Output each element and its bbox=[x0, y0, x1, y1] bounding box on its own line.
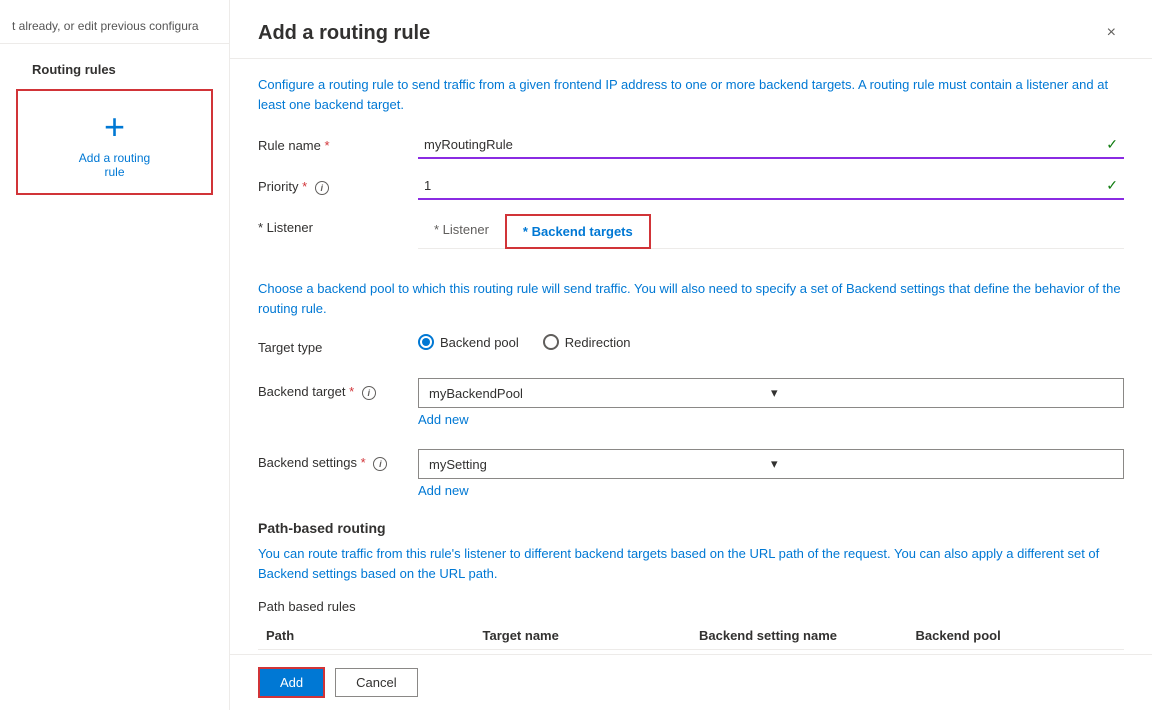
col-backend-setting: Backend setting name bbox=[691, 628, 908, 643]
tabs-row: * Listener * Listener * Backend targets bbox=[258, 214, 1124, 265]
priority-info-icon[interactable]: i bbox=[315, 181, 329, 195]
path-based-section: Path-based routing You can route traffic… bbox=[258, 520, 1124, 650]
backend-pool-radio-label: Backend pool bbox=[440, 335, 519, 350]
cancel-button[interactable]: Cancel bbox=[335, 668, 417, 697]
rule-name-input-wrapper[interactable]: myRoutingRule ✓ bbox=[418, 132, 1124, 159]
backend-settings-value: mySetting bbox=[429, 457, 771, 472]
priority-label: Priority * i bbox=[258, 173, 418, 195]
sidebar-truncated-text: t already, or edit previous configura bbox=[0, 10, 229, 44]
tab-container: * Listener * Backend targets bbox=[418, 214, 1124, 249]
col-target-name: Target name bbox=[475, 628, 692, 643]
dialog-description: Configure a routing rule to send traffic… bbox=[258, 75, 1124, 114]
dialog-body: Configure a routing rule to send traffic… bbox=[230, 59, 1152, 654]
backend-target-dropdown[interactable]: myBackendPool ▾ bbox=[418, 378, 1124, 408]
add-button[interactable]: Add bbox=[258, 667, 325, 698]
add-rule-label: Add a routingrule bbox=[79, 151, 150, 179]
rule-name-control: myRoutingRule ✓ bbox=[418, 132, 1124, 159]
backend-target-info-icon[interactable]: i bbox=[362, 386, 376, 400]
backend-settings-label: Backend settings * i bbox=[258, 449, 418, 471]
path-routing-desc: You can route traffic from this rule's l… bbox=[258, 544, 1124, 583]
routing-rules-title: Routing rules bbox=[16, 54, 213, 81]
target-type-label: Target type bbox=[258, 334, 418, 355]
redirection-radio-label: Redirection bbox=[565, 335, 631, 350]
priority-input[interactable]: 1 bbox=[424, 178, 1106, 193]
add-icon: + bbox=[104, 109, 125, 145]
sidebar: t already, or edit previous configura Ro… bbox=[0, 0, 230, 710]
table-header: Path Target name Backend setting name Ba… bbox=[258, 622, 1124, 650]
backend-settings-info-icon[interactable]: i bbox=[373, 457, 387, 471]
rule-name-input[interactable]: myRoutingRule bbox=[424, 137, 1106, 152]
tabs-area: * Listener * Backend targets bbox=[418, 214, 1124, 265]
priority-control: 1 ✓ bbox=[418, 173, 1124, 200]
close-button[interactable]: × bbox=[1099, 20, 1124, 46]
backend-target-arrow-icon: ▾ bbox=[771, 385, 1113, 401]
listener-label: * Listener bbox=[258, 214, 418, 235]
backend-target-control: myBackendPool ▾ Add new bbox=[418, 378, 1124, 435]
backend-settings-control: mySetting ▾ Add new bbox=[418, 449, 1124, 506]
target-type-row: Target type Backend pool Redirection bbox=[258, 334, 1124, 364]
redirection-radio[interactable]: Redirection bbox=[543, 334, 631, 350]
col-path: Path bbox=[258, 628, 475, 643]
backend-settings-arrow-icon: ▾ bbox=[771, 456, 1113, 472]
dialog-title: Add a routing rule bbox=[258, 22, 430, 45]
target-type-control: Backend pool Redirection bbox=[418, 334, 1124, 364]
backend-target-label: Backend target * i bbox=[258, 378, 418, 400]
priority-row: Priority * i 1 ✓ bbox=[258, 173, 1124, 200]
backend-settings-row: Backend settings * i mySetting ▾ Add new bbox=[258, 449, 1124, 506]
path-based-rules-label: Path based rules bbox=[258, 599, 1124, 614]
priority-input-wrapper[interactable]: 1 ✓ bbox=[418, 173, 1124, 200]
backend-target-value: myBackendPool bbox=[429, 386, 771, 401]
backend-targets-section: Choose a backend pool to which this rout… bbox=[258, 279, 1124, 650]
rule-name-label: Rule name * bbox=[258, 132, 418, 153]
priority-check-icon: ✓ bbox=[1106, 177, 1118, 194]
redirection-radio-circle bbox=[543, 334, 559, 350]
tab-backend-targets[interactable]: * Backend targets bbox=[505, 214, 651, 249]
backend-target-row: Backend target * i myBackendPool ▾ Add n… bbox=[258, 378, 1124, 435]
dialog-header: Add a routing rule × bbox=[230, 0, 1152, 59]
check-icon: ✓ bbox=[1106, 136, 1118, 153]
path-routing-title: Path-based routing bbox=[258, 520, 1124, 536]
backend-description: Choose a backend pool to which this rout… bbox=[258, 279, 1124, 318]
rule-name-row: Rule name * myRoutingRule ✓ bbox=[258, 132, 1124, 159]
tab-listener[interactable]: * Listener bbox=[418, 214, 505, 249]
main-panel: Add a routing rule × Configure a routing… bbox=[230, 0, 1152, 710]
add-new-backend-link[interactable]: Add new bbox=[418, 412, 1124, 427]
dialog: Add a routing rule × Configure a routing… bbox=[230, 0, 1152, 710]
dialog-footer: Add Cancel bbox=[230, 654, 1152, 710]
radio-group: Backend pool Redirection bbox=[418, 334, 1124, 350]
add-new-settings-link[interactable]: Add new bbox=[418, 483, 1124, 498]
backend-pool-radio[interactable]: Backend pool bbox=[418, 334, 519, 350]
add-routing-rule-card[interactable]: + Add a routingrule bbox=[16, 89, 213, 195]
backend-settings-dropdown[interactable]: mySetting ▾ bbox=[418, 449, 1124, 479]
backend-pool-radio-circle bbox=[418, 334, 434, 350]
col-backend-pool: Backend pool bbox=[908, 628, 1125, 643]
